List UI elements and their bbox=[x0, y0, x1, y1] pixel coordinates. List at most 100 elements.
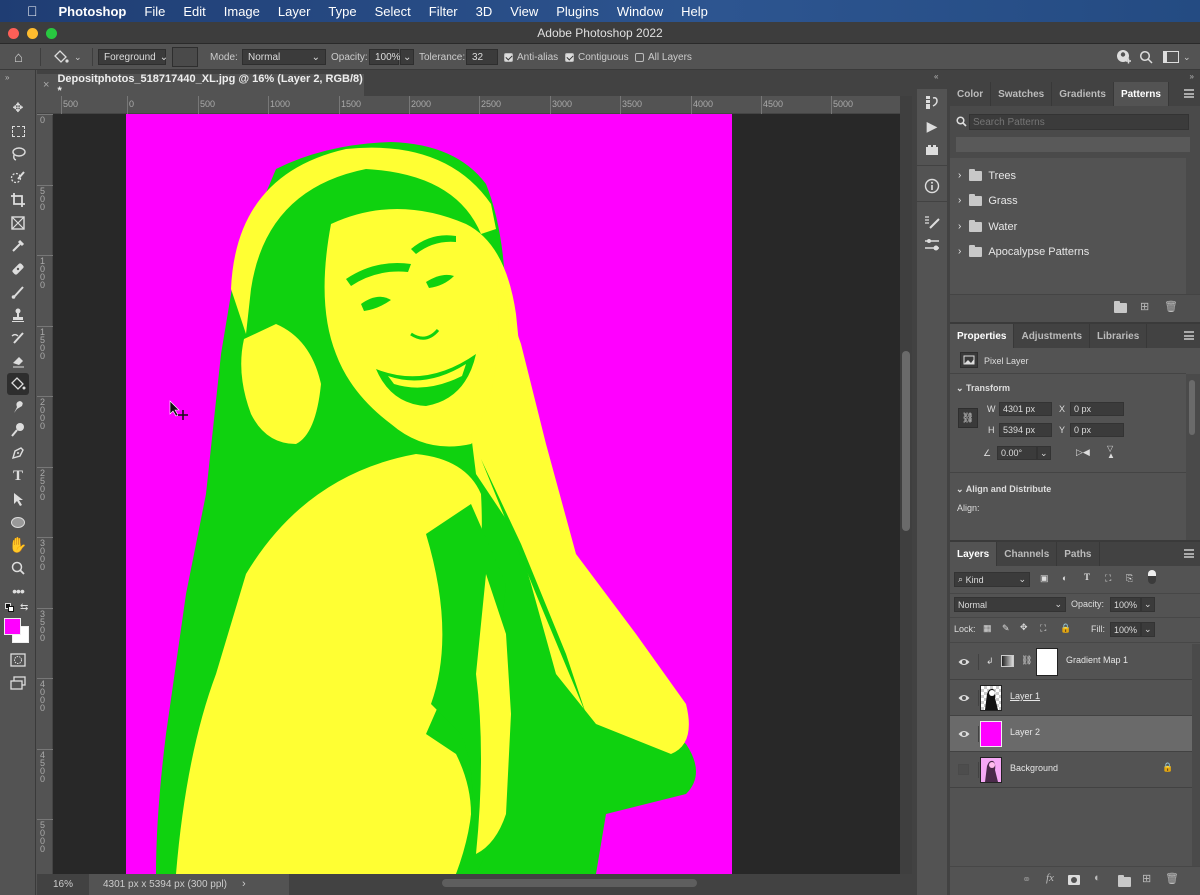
flip-horizontal-icon[interactable]: ▷◀ bbox=[1076, 447, 1090, 458]
align-distribute-section-header[interactable]: ⌄ Align and Distribute bbox=[956, 484, 1051, 495]
transform-section-header[interactable]: ⌄ Transform bbox=[956, 383, 1010, 394]
height-input[interactable]: 5394 px bbox=[999, 423, 1052, 437]
path-selection-tool[interactable] bbox=[7, 489, 29, 509]
visibility-eye-icon[interactable] bbox=[958, 692, 970, 704]
pattern-folder-water[interactable]: › Water bbox=[950, 214, 1186, 239]
horizontal-scroll-thumb[interactable] bbox=[442, 879, 697, 887]
menu-select[interactable]: Select bbox=[366, 4, 420, 19]
mode-select[interactable]: Normal ⌄ bbox=[242, 49, 326, 65]
edit-toolbar-button[interactable]: ••• bbox=[7, 581, 29, 601]
tab-paths[interactable]: Paths bbox=[1057, 542, 1100, 566]
menu-plugins[interactable]: Plugins bbox=[547, 4, 608, 19]
tab-patterns[interactable]: Patterns bbox=[1113, 82, 1169, 106]
document-image[interactable] bbox=[126, 114, 732, 874]
new-group-icon[interactable] bbox=[1118, 875, 1131, 887]
flip-vertical-icon[interactable]: ▽ ▲ bbox=[1107, 445, 1115, 460]
properties-scroll-thumb[interactable] bbox=[1189, 380, 1195, 435]
search-icon[interactable] bbox=[1139, 48, 1153, 66]
panel-menu-icon[interactable] bbox=[1184, 89, 1194, 98]
filter-pixel-icon[interactable]: ▣ bbox=[1040, 573, 1049, 584]
panel-menu-icon[interactable] bbox=[1184, 331, 1194, 340]
apple-menu-icon[interactable]:  bbox=[18, 3, 50, 19]
eyedropper-tool[interactable] bbox=[7, 236, 29, 256]
chevron-right-icon[interactable]: › bbox=[958, 195, 961, 206]
chevron-right-icon[interactable]: › bbox=[958, 221, 961, 232]
horizontal-ruler[interactable]: 500 0 500 1000 1500 2000 2500 3000 3500 4000 4500 5… bbox=[37, 96, 900, 114]
close-document-icon[interactable]: × bbox=[43, 79, 49, 91]
menu-help[interactable]: Help bbox=[672, 4, 717, 19]
tab-color[interactable]: Color bbox=[950, 82, 992, 106]
move-tool[interactable]: ✥ bbox=[7, 98, 29, 118]
layer-mask-thumbnail[interactable] bbox=[1036, 648, 1058, 676]
x-position-input[interactable]: 0 px bbox=[1070, 402, 1124, 416]
angle-input[interactable]: 0.00° bbox=[997, 446, 1037, 460]
tolerance-input[interactable]: 32 bbox=[466, 49, 498, 65]
y-position-input[interactable]: 0 px bbox=[1070, 423, 1124, 437]
delete-layer-trash-icon[interactable]: 🗑 bbox=[1165, 872, 1179, 885]
menu-layer[interactable]: Layer bbox=[269, 4, 320, 19]
zoom-tool[interactable] bbox=[7, 558, 29, 578]
search-patterns-input[interactable] bbox=[969, 114, 1189, 130]
document-tab[interactable]: × Depositphotos_518717440_XL.jpg @ 16% (… bbox=[37, 73, 364, 97]
layer-opacity-input[interactable]: 100% bbox=[1110, 597, 1141, 612]
layer-row[interactable]: Background 🔒 bbox=[950, 752, 1192, 788]
pen-tool[interactable] bbox=[7, 443, 29, 463]
new-group-folder-icon[interactable] bbox=[1114, 301, 1127, 313]
lasso-tool[interactable] bbox=[7, 144, 29, 164]
hand-tool[interactable]: ✋ bbox=[7, 535, 29, 555]
layer-row[interactable]: Layer 1 bbox=[950, 680, 1192, 716]
healing-brush-tool[interactable] bbox=[7, 259, 29, 279]
lock-transparent-pixels-icon[interactable]: ▦ bbox=[983, 623, 992, 634]
all-layers-checkbox[interactable]: All Layers bbox=[635, 48, 692, 66]
default-colors-icon[interactable] bbox=[5, 603, 14, 612]
menu-window[interactable]: Window bbox=[608, 4, 672, 19]
width-input[interactable]: 4301 px bbox=[999, 402, 1052, 416]
layer-name[interactable]: Layer 2 bbox=[1010, 727, 1040, 737]
opacity-input[interactable]: 100% bbox=[369, 49, 401, 65]
foreground-color-swatch[interactable] bbox=[4, 618, 21, 635]
contiguous-checkbox[interactable]: Contiguous bbox=[565, 48, 629, 66]
link-dimensions-button[interactable]: ⛓ bbox=[958, 408, 978, 428]
clone-stamp-tool[interactable] bbox=[7, 305, 29, 325]
tab-swatches[interactable]: Swatches bbox=[991, 82, 1053, 106]
filter-toggle-switch[interactable] bbox=[1148, 570, 1156, 584]
tab-layers[interactable]: Layers bbox=[950, 542, 998, 566]
eraser-tool[interactable] bbox=[7, 351, 29, 371]
angle-dropdown-button[interactable]: ⌄ bbox=[1037, 446, 1051, 460]
chevron-right-icon[interactable]: › bbox=[242, 878, 246, 890]
dodge-tool[interactable] bbox=[7, 420, 29, 440]
opacity-dropdown-button[interactable]: ⌄ bbox=[400, 49, 414, 65]
new-pattern-icon[interactable]: ⊞ bbox=[1140, 300, 1149, 313]
menu-photoshop[interactable]: Photoshop bbox=[50, 4, 136, 19]
paint-bucket-tool[interactable] bbox=[7, 373, 29, 395]
mask-link-icon[interactable]: ⛓ bbox=[1021, 655, 1032, 666]
layer-filter-kind-select[interactable]: ⌕ Kind ⌄ bbox=[954, 572, 1030, 587]
link-layers-icon[interactable]: ⚭ bbox=[1022, 873, 1031, 886]
document-info[interactable]: 4301 px x 5394 px (300 ppl) bbox=[103, 879, 227, 890]
pattern-folder-grass[interactable]: › Grass bbox=[950, 188, 1186, 213]
collapse-panel-icon[interactable]: « bbox=[934, 72, 938, 81]
layer-name[interactable]: Gradient Map 1 bbox=[1066, 655, 1128, 665]
plugins-icon[interactable] bbox=[917, 139, 947, 161]
swap-colors-icon[interactable]: ⇆ bbox=[20, 602, 28, 613]
pattern-folder-apocalypse[interactable]: › Apocalypse Patterns bbox=[950, 239, 1186, 264]
visibility-off-box[interactable] bbox=[958, 764, 969, 775]
quick-mask-button[interactable] bbox=[7, 650, 29, 670]
new-layer-icon[interactable]: ⊞ bbox=[1142, 872, 1151, 885]
brush-tool[interactable] bbox=[7, 282, 29, 302]
layers-scrollbar[interactable] bbox=[1192, 644, 1200, 894]
fill-input[interactable]: 100% bbox=[1110, 622, 1141, 637]
pattern-picker[interactable] bbox=[172, 47, 198, 67]
pattern-folder-trees[interactable]: › Trees bbox=[950, 163, 1186, 188]
filter-shape-icon[interactable]: ⛶ bbox=[1105, 573, 1111, 584]
home-icon[interactable]: ⌂ bbox=[14, 48, 23, 66]
type-tool[interactable]: T bbox=[7, 466, 29, 486]
properties-scrollbar[interactable] bbox=[1186, 374, 1200, 544]
visibility-eye-icon[interactable] bbox=[958, 656, 970, 668]
menu-filter[interactable]: Filter bbox=[420, 4, 467, 19]
marquee-tool[interactable] bbox=[7, 121, 29, 141]
tab-channels[interactable]: Channels bbox=[997, 542, 1058, 566]
expand-panels-icon[interactable]: » bbox=[1190, 72, 1194, 81]
vertical-ruler[interactable]: 0 500 1000 1500 2000 2500 3000 3500 4000 4500 5000 bbox=[37, 114, 53, 874]
filter-smart-object-icon[interactable]: ⎘ bbox=[1126, 573, 1133, 584]
